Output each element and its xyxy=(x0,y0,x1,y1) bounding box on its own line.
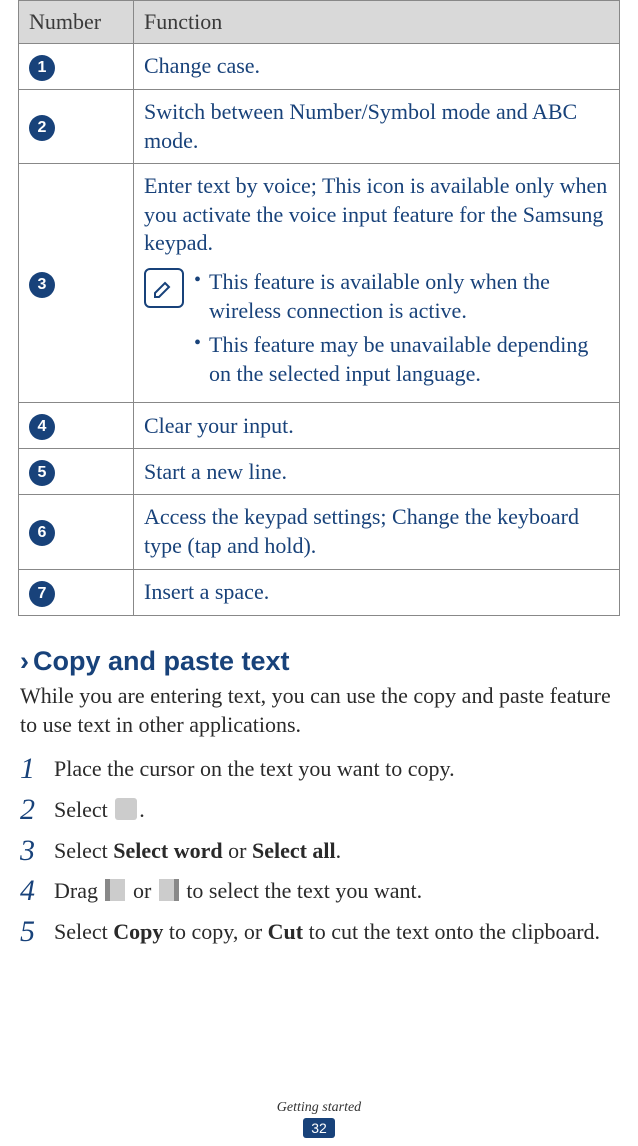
selection-handle-right-icon xyxy=(159,879,179,901)
note-icon xyxy=(144,268,184,308)
circle-number-4: 4 xyxy=(29,414,55,440)
table-row: 7 Insert a space. xyxy=(19,569,620,615)
circle-number-3: 3 xyxy=(29,272,55,298)
note-item: • This feature may be unavailable depend… xyxy=(194,331,609,388)
page-footer: Getting started 32 xyxy=(0,1100,638,1138)
function-text: Insert a space. xyxy=(144,578,609,607)
header-function: Function xyxy=(134,1,620,44)
circle-number-6: 6 xyxy=(29,520,55,546)
bullet-icon: • xyxy=(194,331,201,355)
circle-number-2: 2 xyxy=(29,115,55,141)
note-item: • This feature is available only when th… xyxy=(194,268,609,325)
step-text: Select Copy to copy, or Cut to cut the t… xyxy=(54,917,600,948)
function-text: Switch between Number/Symbol mode and AB… xyxy=(144,98,609,155)
step-item: 2 Select . xyxy=(20,795,618,826)
function-text: Enter text by voice; This icon is availa… xyxy=(144,172,609,258)
header-number: Number xyxy=(19,1,134,44)
step-item: 4 Drag or to select the text you want. xyxy=(20,876,618,907)
table-row: 6 Access the keypad settings; Change the… xyxy=(19,495,620,569)
table-row: 4 Clear your input. xyxy=(19,403,620,449)
table-row: 2 Switch between Number/Symbol mode and … xyxy=(19,90,620,164)
step-text: Select . xyxy=(54,795,145,826)
step-text: Place the cursor on the text you want to… xyxy=(54,754,455,785)
step-text: Select Select word or Select all. xyxy=(54,836,341,867)
function-text: Change case. xyxy=(144,52,609,81)
footer-section-name: Getting started xyxy=(0,1100,638,1116)
table-row: 3 Enter text by voice; This icon is avai… xyxy=(19,164,620,403)
step-number: 1 xyxy=(20,754,42,784)
table-row: 5 Start a new line. xyxy=(19,449,620,495)
function-text: Clear your input. xyxy=(144,412,609,441)
bullet-icon: • xyxy=(194,268,201,292)
table-row: 1 Change case. xyxy=(19,44,620,90)
step-number: 4 xyxy=(20,876,42,906)
functions-table: Number Function 1 Change case. 2 Switch … xyxy=(18,0,620,616)
step-text: Drag or to select the text you want. xyxy=(54,876,422,907)
section-heading: ›Copy and paste text xyxy=(20,646,618,677)
step-item: 5 Select Copy to copy, or Cut to cut the… xyxy=(20,917,618,948)
step-number: 5 xyxy=(20,917,42,947)
circle-number-7: 7 xyxy=(29,581,55,607)
step-number: 3 xyxy=(20,836,42,866)
selection-handle-left-icon xyxy=(105,879,125,901)
section-intro: While you are entering text, you can use… xyxy=(20,681,618,740)
circle-number-5: 5 xyxy=(29,460,55,486)
step-item: 3 Select Select word or Select all. xyxy=(20,836,618,867)
page-number: 32 xyxy=(303,1118,335,1138)
circle-number-1: 1 xyxy=(29,55,55,81)
step-number: 2 xyxy=(20,795,42,825)
menu-icon xyxy=(115,798,137,820)
step-item: 1 Place the cursor on the text you want … xyxy=(20,754,618,785)
function-text: Access the keypad settings; Change the k… xyxy=(144,503,609,560)
function-text: Start a new line. xyxy=(144,458,609,487)
chevron-icon: › xyxy=(20,646,29,676)
